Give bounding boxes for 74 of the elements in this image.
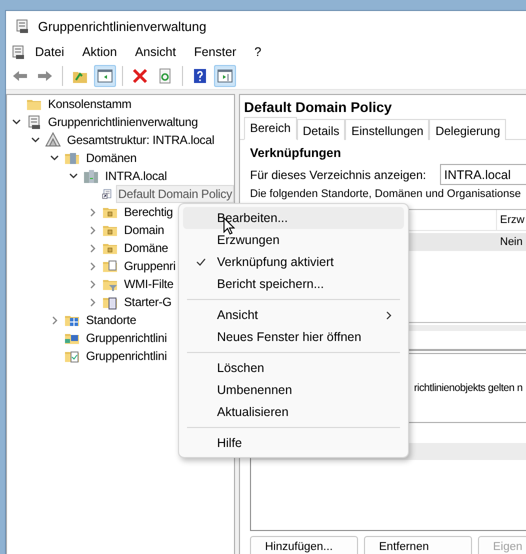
- section-heading: Verknüpfungen: [250, 146, 342, 160]
- help-icon: [192, 68, 208, 84]
- tree-item[interactable]: Gruppenrichtlini: [84, 347, 169, 365]
- tree-item[interactable]: Domänen: [84, 149, 139, 167]
- chevron-right-icon[interactable]: [90, 208, 96, 216]
- chevron-down-icon[interactable]: [69, 173, 78, 179]
- pane-icon: [97, 68, 113, 84]
- menu-item[interactable]: Aktualisieren: [183, 401, 404, 423]
- chevron-right-icon[interactable]: [90, 298, 96, 306]
- forward-arrow-icon: [37, 68, 53, 84]
- chevron-right-icon[interactable]: [90, 262, 96, 270]
- server-icon: [83, 168, 99, 184]
- chevron-right-icon[interactable]: [90, 226, 96, 234]
- back-arrow-icon: [12, 68, 28, 84]
- tab[interactable]: Bereich: [244, 117, 297, 140]
- scroll-icon[interactable]: [10, 44, 26, 60]
- tree-item[interactable]: Gruppenrichtlini: [84, 329, 169, 347]
- shortcut-icon: [102, 186, 112, 202]
- description-text: richtlinienobjekts gelten n: [414, 382, 522, 394]
- action-button[interactable]: Hinzufügen...: [250, 536, 358, 554]
- tree-item[interactable]: Standorte: [84, 311, 138, 329]
- location-dropdown[interactable]: INTRA.local: [440, 164, 526, 185]
- description-text: Die folgenden Standorte, Domänen und Organisationse: [250, 188, 522, 200]
- tree-item[interactable]: Starter-G: [122, 293, 174, 311]
- scroll-icon: [14, 18, 30, 34]
- field-label: Für dieses Verzeichnis anzeigen:: [250, 168, 426, 182]
- triangle-icon: [45, 132, 61, 148]
- menu-item[interactable]: Umbenennen: [183, 379, 404, 401]
- menu-item[interactable]: Datei: [26, 45, 74, 59]
- menu-item[interactable]: Hilfe: [183, 432, 404, 454]
- chevron-down-icon[interactable]: [50, 155, 59, 161]
- pane-icon: [217, 68, 233, 84]
- tree-item[interactable]: Konsolenstamm: [46, 95, 134, 113]
- menu-item[interactable]: Aktion: [73, 45, 126, 59]
- tab[interactable]: Einstellungen: [345, 119, 430, 140]
- menu-item[interactable]: Bericht speichern...: [183, 273, 404, 295]
- pane-title: Default Domain Policy: [243, 98, 393, 117]
- check-icon: [196, 258, 206, 266]
- chevron-right-icon[interactable]: [90, 244, 96, 252]
- toolbar-button[interactable]: [214, 65, 236, 87]
- window-title: Gruppenrichtlinienverwaltung: [38, 18, 206, 34]
- chevron-right-icon: [386, 311, 392, 320]
- chevron-down-icon[interactable]: [31, 137, 40, 143]
- chevron-down-icon[interactable]: [12, 119, 21, 125]
- menu-item[interactable]: ?: [245, 45, 270, 59]
- menu-item[interactable]: Verknüpfung aktiviert: [183, 251, 404, 273]
- document-folder-icon: [102, 258, 118, 274]
- toolbar-button[interactable]: [94, 65, 116, 87]
- menu-item[interactable]: Neues Fenster hier öffnen: [183, 326, 404, 348]
- tree-item[interactable]: Gruppenrichtlinienverwaltung: [46, 113, 200, 131]
- column-header[interactable]: Erzw: [496, 210, 526, 230]
- tree-item[interactable]: Gruppenri: [122, 257, 178, 275]
- refresh-icon: [157, 68, 173, 84]
- chevron-right-icon[interactable]: [90, 280, 96, 288]
- tree-item[interactable]: Gesamtstruktur: INTRA.local: [65, 131, 216, 149]
- action-button[interactable]: Entfernen: [364, 536, 472, 554]
- tree-item[interactable]: Berechtig: [122, 203, 175, 221]
- tab[interactable]: Delegierung: [429, 119, 506, 140]
- chevron-right-icon[interactable]: [52, 316, 58, 324]
- close-icon: [132, 68, 148, 84]
- table-cell-text: Nein: [499, 235, 524, 250]
- menu-item[interactable]: Ansicht: [183, 304, 404, 326]
- menu-item[interactable]: Erzwungen: [183, 229, 404, 251]
- scroll-icon: [26, 114, 42, 130]
- tab[interactable]: Details: [296, 119, 346, 140]
- menu-item[interactable]: Löschen: [183, 357, 404, 379]
- tree-item[interactable]: Domäne: [122, 239, 170, 257]
- tree-item[interactable]: Default Domain Policy: [116, 185, 234, 203]
- menu-item[interactable]: Fenster: [184, 45, 246, 59]
- server-folder-icon: [64, 150, 80, 166]
- tree-item[interactable]: WMI-Filte: [122, 275, 176, 293]
- tree-item[interactable]: Domain: [122, 221, 166, 239]
- tree-item[interactable]: INTRA.local: [103, 167, 169, 185]
- menu-item[interactable]: Ansicht: [126, 45, 185, 59]
